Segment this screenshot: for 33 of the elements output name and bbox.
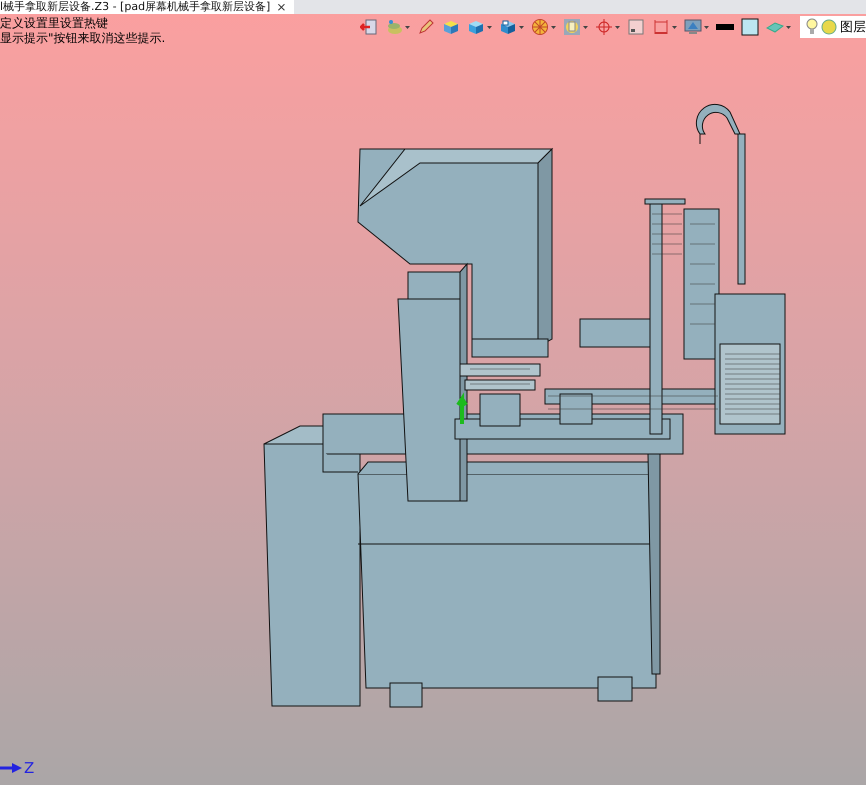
fill-color-icon — [741, 18, 759, 36]
square-icon — [627, 18, 645, 36]
circle-icon — [821, 19, 837, 35]
caret-icon — [405, 26, 410, 28]
hint-text: 定义设置里设置热键 — [0, 16, 109, 31]
crosshair-icon — [595, 18, 613, 36]
monitor-icon — [684, 18, 702, 36]
layer-selector[interactable]: 图层 — [800, 16, 866, 38]
caret-icon — [786, 26, 791, 28]
caret-icon — [672, 26, 677, 28]
hint-text: 显示提示"按钮来取消这些提示. — [0, 31, 166, 46]
pencil-icon — [417, 18, 435, 36]
caret-icon — [551, 26, 556, 28]
line-color-icon — [716, 23, 734, 31]
dimension-icon — [652, 18, 670, 36]
cube-icon — [467, 18, 485, 36]
axis-label: Z — [24, 759, 34, 777]
toolbar-button[interactable] — [739, 17, 761, 37]
caret-icon — [704, 26, 709, 28]
layers-icon — [385, 18, 403, 36]
bulb-icon — [806, 18, 818, 36]
frame-icon — [563, 18, 581, 36]
exit-icon — [360, 18, 378, 36]
caret-icon — [615, 26, 620, 28]
wheel-icon — [531, 18, 549, 36]
caret-icon — [583, 26, 588, 28]
cube-icon — [442, 18, 460, 36]
axis-arrow-icon — [0, 763, 22, 773]
caret-icon — [519, 26, 524, 28]
document-tab[interactable]: l械手拿取新层设备.Z3 - [pad屏幕机械手拿取新层设备] × — [0, 0, 294, 14]
caret-icon — [487, 26, 492, 28]
cube-icon — [499, 18, 517, 36]
close-icon[interactable]: × — [276, 0, 286, 14]
